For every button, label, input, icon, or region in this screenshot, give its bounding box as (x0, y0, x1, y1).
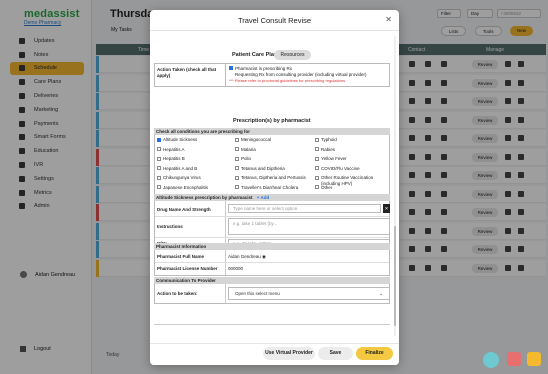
modal-body[interactable]: Patient Care Plan Resources Action Taken… (150, 31, 399, 343)
condition-checkbox[interactable] (235, 147, 239, 151)
action-note: *** Please refer to provincial guideline… (229, 77, 346, 83)
condition-checkbox[interactable] (157, 137, 161, 142)
pharmacist-info-box: Pharmacist Full Name Aidan Gendreau ◉ Ph… (154, 250, 390, 276)
finalize-button[interactable]: Finalize (356, 347, 393, 360)
license-label: Pharmacist License Number (157, 266, 218, 271)
add-prescription-link[interactable]: + Add (257, 195, 269, 200)
action-taken-box: Action Taken (check all that apply) Phar… (154, 63, 390, 87)
condition-checkbox[interactable] (315, 185, 319, 189)
instructions-label: Instructions (157, 224, 183, 229)
pharmacist-name-label: Pharmacist Full Name (157, 254, 205, 259)
use-virtual-provider-button[interactable]: Use Virtual Provider (263, 347, 315, 360)
drug-name-label: Drug Name And Strength (157, 207, 211, 212)
condition-label: Other (321, 184, 333, 190)
instructions-placeholder: e.g. take 1 tablet (by... (233, 221, 278, 226)
action-select[interactable]: Open this select menu ⌄ (228, 287, 390, 300)
modal-footer: Use Virtual Provider Save Finalize (150, 343, 399, 365)
communication-box: Action to be taken: Open this select men… (154, 284, 390, 304)
pharmacist-name-text: Aidan Gendreau (228, 254, 261, 259)
condition-label: Tetanus and Diptheria (241, 165, 285, 171)
condition-label: Yellow Fever (321, 156, 347, 161)
form-divider (154, 324, 390, 325)
condition-checkbox[interactable] (157, 185, 161, 189)
care-plan-title: Patient Care Plan (232, 52, 278, 58)
condition-checkbox[interactable] (157, 166, 161, 170)
condition-label: Chikungunya Virus (163, 175, 201, 180)
condition-checkbox[interactable] (235, 156, 239, 161)
condition-checkbox[interactable] (235, 166, 239, 170)
condition-checkbox[interactable] (157, 175, 161, 180)
condition-label: COVID/Flu Vaccine (321, 165, 360, 171)
condition-checkbox[interactable] (235, 185, 239, 189)
condition-checkbox[interactable] (315, 147, 319, 151)
close-icon[interactable]: ✕ (385, 15, 392, 24)
condition-label: Tetanus, Diptheria and Pertussis (241, 175, 306, 180)
action-option-label-1: Requesting Rx from consulting provider (… (235, 71, 367, 77)
license-value: 000000 (228, 266, 244, 271)
action-taken-label: Action Taken (check all that apply) (157, 67, 217, 78)
drug-name-placeholder: Type name here or select option (233, 206, 298, 211)
travel-consult-modal: Travel Consult Revise ✕ Patient Care Pla… (150, 10, 399, 365)
drug-clear-icon[interactable]: ✕ (383, 204, 390, 213)
condition-checkbox[interactable] (235, 137, 239, 142)
info-icon: ◉ (262, 254, 266, 259)
condition-checkbox[interactable] (315, 156, 319, 161)
condition-label: Japanese Encephalitis (163, 184, 209, 190)
altitude-header-label: Altitude Sickness prescription by pharma… (156, 195, 253, 200)
condition-label: Rabies (321, 146, 336, 152)
pharmacist-name-value: Aidan Gendreau ◉ (228, 254, 266, 260)
condition-checkbox[interactable] (315, 137, 319, 142)
action-to-take-label: Action to be taken: (157, 291, 198, 296)
drug-name-input[interactable]: Type name here or select option (228, 204, 381, 213)
chat-bot-icon[interactable] (483, 352, 499, 368)
condition-checkbox[interactable] (157, 147, 161, 151)
condition-label: Malaria (241, 146, 256, 152)
condition-label: Altitude Sickness (163, 137, 198, 142)
help-chat-icon[interactable] (527, 352, 541, 366)
modal-title: Travel Consult Revise (237, 16, 312, 25)
condition-label: Traveller's Diarrhea/ Cholera (241, 184, 299, 190)
resources-button[interactable]: Resources (274, 50, 311, 60)
action-option-checkbox-0[interactable] (229, 66, 233, 70)
modal-scrollbar[interactable] (394, 36, 396, 336)
condition-checkbox[interactable] (157, 156, 161, 161)
scrollbar-thumb[interactable] (394, 226, 396, 326)
communication-header: Communication To Provider (154, 277, 390, 284)
condition-label: Polio (241, 156, 252, 161)
conditions-box: Altitude Sickness Hepatitis A Hepatitis B H… (154, 135, 390, 195)
action-select-value: Open this select menu (235, 291, 280, 296)
condition-checkbox[interactable] (315, 166, 319, 170)
chevron-down-icon: ⌄ (379, 291, 383, 296)
altitude-prescription-header: Altitude Sickness prescription by pharma… (154, 194, 390, 201)
save-button[interactable]: Save (318, 347, 353, 360)
condition-checkbox[interactable] (235, 175, 239, 180)
condition-label: Hepatitis B (163, 156, 185, 161)
condition-label: Typhoid (321, 137, 337, 142)
pharmacist-info-header: Pharmacist Information (154, 243, 390, 250)
condition-label: Meningococcal (241, 137, 272, 142)
condition-checkbox[interactable] (315, 175, 319, 180)
action-option-label-0: Pharmacist is prescribing Rx (235, 65, 293, 71)
instructions-textarea[interactable]: e.g. take 1 tablet (by... (228, 218, 390, 235)
condition-label: Hepatitis A (163, 146, 185, 152)
prescriptions-title: Prescription(s) by pharmacist (233, 118, 311, 124)
conditions-header: Check all conditions you are prescribing… (154, 128, 390, 135)
record-icon[interactable] (507, 352, 521, 366)
condition-label: Hepatitis A and B (163, 165, 198, 171)
